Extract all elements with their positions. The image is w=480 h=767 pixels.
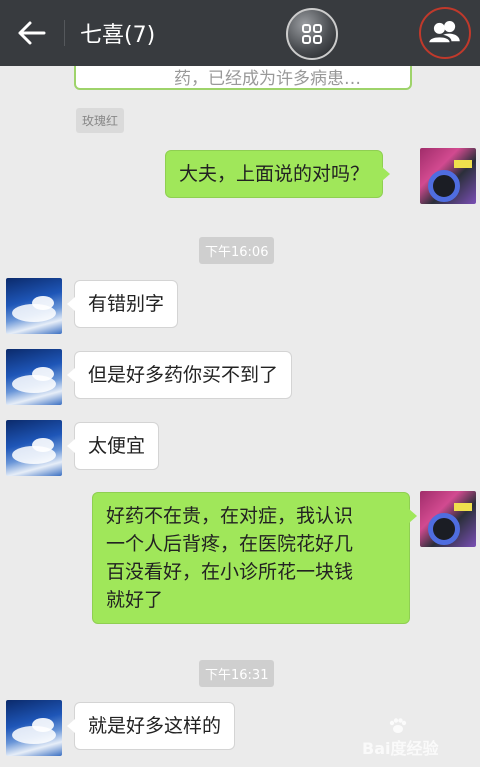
- group-members-icon[interactable]: [419, 7, 471, 59]
- message-text-line: 百没看好，在小诊所花一块钱: [106, 561, 354, 583]
- timestamp: 下午16:06: [199, 237, 275, 264]
- chat-header: 七喜(7): [0, 0, 480, 66]
- contact-avatar[interactable]: [6, 700, 62, 756]
- contact-avatar[interactable]: [6, 349, 62, 405]
- received-message-bubble[interactable]: 就是好多这样的: [66, 702, 236, 750]
- watermark-text: Bai度经验: [362, 739, 439, 758]
- timestamp: 下午16:31: [199, 660, 275, 687]
- chat-messages-area[interactable]: 药，已经成为许多病患… 玫瑰红 大夫，上面说的对吗？ 下午16:06 有错别字 …: [0, 66, 480, 767]
- received-message-bubble[interactable]: 太便宜: [66, 422, 160, 470]
- message-text: 大夫，上面说的对吗？: [179, 163, 370, 185]
- back-arrow-icon[interactable]: [14, 18, 48, 48]
- previous-message-text: 药，已经成为许多病患…: [174, 69, 361, 89]
- header-divider: [64, 20, 65, 46]
- message-text-line: 一个人后背疼，在医院花好几: [106, 533, 354, 555]
- baidu-jingyan-watermark: Bai度经验: [362, 718, 474, 758]
- sender-nickname: 玫瑰红: [76, 108, 125, 133]
- contact-avatar[interactable]: [6, 420, 62, 476]
- previous-message-bubble[interactable]: 药，已经成为许多病患…: [74, 66, 412, 90]
- my-avatar[interactable]: [420, 148, 476, 204]
- received-message-bubble[interactable]: 有错别字: [66, 280, 179, 328]
- message-text-line: 好药不在贵，在对症，我认识: [106, 505, 354, 527]
- sent-message-bubble[interactable]: 大夫，上面说的对吗？: [165, 150, 391, 198]
- chat-title: 七喜(7): [80, 23, 156, 48]
- floating-menu-button[interactable]: [286, 8, 338, 60]
- message-text: 但是好多药你买不到了: [88, 364, 279, 386]
- message-text: 太便宜: [88, 435, 146, 457]
- grid-icon: [302, 24, 322, 44]
- sent-message-bubble[interactable]: 好药不在贵，在对症，我认识 一个人后背疼，在医院花好几 百没看好，在小诊所花一块…: [92, 492, 417, 624]
- message-text-line: 就好了: [106, 589, 164, 611]
- received-message-bubble[interactable]: 但是好多药你买不到了: [66, 351, 293, 399]
- message-text: 有错别字: [88, 293, 165, 315]
- paw-logo-icon: [389, 718, 407, 733]
- my-avatar[interactable]: [420, 491, 476, 547]
- contact-avatar[interactable]: [6, 278, 62, 334]
- message-text: 就是好多这样的: [88, 715, 222, 737]
